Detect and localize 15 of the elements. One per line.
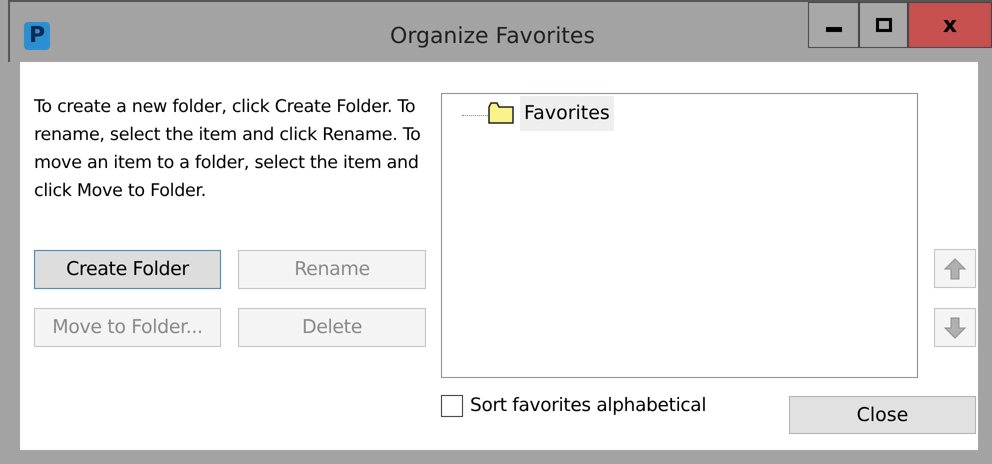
- down-arrow-icon: [943, 316, 967, 340]
- instructions-text: To create a new folder, click Create Folder. To rename, select the item and click Rename. To move an item to a folder, select the item and click Move to Folder.: [34, 96, 422, 203]
- up-arrow-icon: [943, 256, 967, 280]
- folder-icon: [488, 102, 514, 124]
- favorites-tree[interactable]: Favorites: [441, 93, 918, 378]
- checkbox-label: Sort favorites alphabetical: [470, 394, 706, 418]
- sort-checkbox[interactable]: [441, 394, 463, 417]
- window-title: Organize Favorites: [390, 23, 595, 51]
- close-window-button[interactable]: x: [908, 2, 992, 48]
- action-button[interactable]: Create Folder: [34, 250, 221, 289]
- close-button[interactable]: Close: [789, 396, 976, 434]
- minimize-button[interactable]: [808, 2, 859, 48]
- tree-item[interactable]: Favorites: [520, 96, 614, 130]
- app-icon: P: [24, 22, 50, 50]
- maximize-button[interactable]: [859, 2, 908, 48]
